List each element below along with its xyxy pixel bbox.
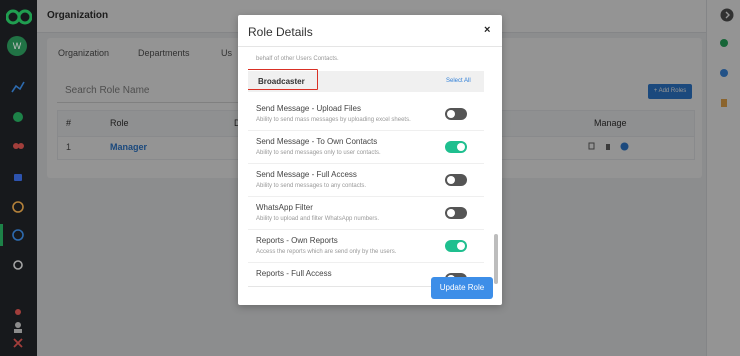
permission-name: Send Message - Upload Files <box>256 104 361 113</box>
permissions-list[interactable]: behalf of other Users Contacts. Broadcas… <box>248 47 493 287</box>
permission-description: Ability to send mass messages by uploadi… <box>256 117 411 123</box>
permission-name: WhatsApp Filter <box>256 203 313 212</box>
permission-description: Ability to send messages to any contacts… <box>256 183 367 189</box>
permission-item: Send Message - Full Access Ability to se… <box>248 163 484 197</box>
permission-name: Send Message - To Own Contacts <box>256 137 378 146</box>
update-role-button[interactable]: Update Role <box>431 277 493 299</box>
scrollbar-thumb[interactable] <box>494 234 498 284</box>
role-details-modal: Role Details × behalf of other Users Con… <box>238 15 502 305</box>
permission-toggle[interactable] <box>445 141 467 153</box>
close-icon[interactable]: × <box>484 24 490 36</box>
permission-item: WhatsApp Filter Ability to upload and fi… <box>248 196 484 230</box>
permission-toggle[interactable] <box>445 108 467 120</box>
scrollbar[interactable] <box>494 47 498 286</box>
permission-group-header: Broadcaster Select All <box>248 69 484 92</box>
permission-name: Send Message - Full Access <box>256 170 357 179</box>
permission-name: Reports - Full Access <box>256 269 332 278</box>
select-all-link[interactable]: Select All <box>446 78 471 84</box>
permission-description: Ability to send messages only to user co… <box>256 150 381 156</box>
group-name: Broadcaster <box>258 77 305 86</box>
permission-item: Send Message - To Own Contacts Ability t… <box>248 130 484 164</box>
permission-item: Reports - Own Reports Access the reports… <box>248 229 484 263</box>
modal-title: Role Details <box>248 25 313 39</box>
permission-toggle[interactable] <box>445 174 467 186</box>
permission-description: Ability to upload and filter WhatsApp nu… <box>256 216 380 222</box>
permission-toggle[interactable] <box>445 207 467 219</box>
cut-off-description: behalf of other Users Contacts. <box>256 56 339 62</box>
permission-toggle[interactable] <box>445 240 467 252</box>
permission-item: Send Message - Upload Files Ability to s… <box>248 97 484 131</box>
permission-name: Reports - Own Reports <box>256 236 338 245</box>
permission-description: Access the reports which are send only b… <box>256 249 397 255</box>
nav-backdrop <box>0 0 37 356</box>
